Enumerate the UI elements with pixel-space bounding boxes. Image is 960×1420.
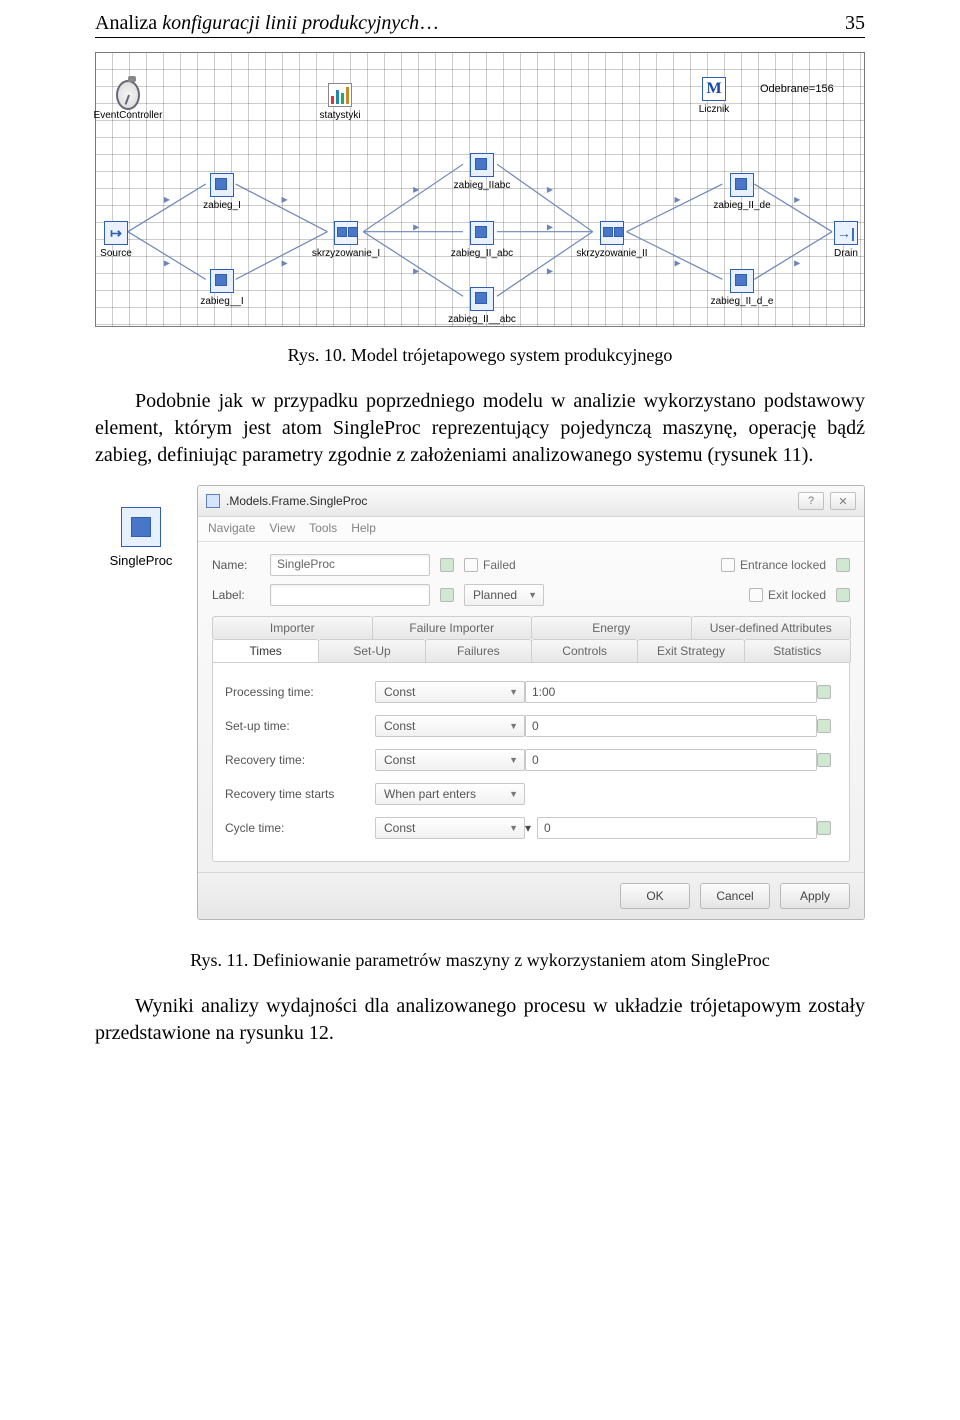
checkbox-failed[interactable] <box>464 558 478 572</box>
singleproc-atom: SingleProc <box>95 485 187 568</box>
toggle-setup[interactable] <box>817 719 831 733</box>
singleproc-caption: SingleProc <box>110 553 173 568</box>
diagram-wires: ▶ ▶ ▶ ▶ ▶ ▶ ▶ ▶ ▶ ▶ ▶ ▶ ▶ ▶ <box>96 53 864 326</box>
svg-text:▶: ▶ <box>674 258 681 267</box>
label-recovery: Recovery time: <box>225 753 375 767</box>
svg-text:▶: ▶ <box>547 185 554 194</box>
combo-setup[interactable]: Const▼ <box>375 715 525 737</box>
fig10-diagram: ▶ ▶ ▶ ▶ ▶ ▶ ▶ ▶ ▶ ▶ ▶ ▶ ▶ ▶ EventControl… <box>95 52 865 327</box>
checkbox-exit[interactable] <box>749 588 763 602</box>
proc-icon-large <box>121 507 161 547</box>
toggle-recovery[interactable] <box>817 753 831 767</box>
tab-pane-times: Processing time: Const▼ 1:00 Set-up time… <box>212 662 850 862</box>
tab-controls[interactable]: Controls <box>531 639 638 662</box>
toggle-exit[interactable] <box>836 588 850 602</box>
svg-text:▶: ▶ <box>282 195 289 204</box>
svg-text:▶: ▶ <box>164 195 171 204</box>
svg-text:▶: ▶ <box>547 223 554 232</box>
label-entrance: Entrance locked <box>740 558 826 572</box>
tab-times[interactable]: Times <box>212 639 319 662</box>
tab-failures[interactable]: Failures <box>425 639 532 662</box>
label-setup-time: Set-up time: <box>225 719 375 733</box>
tab-failure-importer[interactable]: Failure Importer <box>372 616 533 639</box>
paragraph-1: Podobnie jak w przypadku poprzedniego mo… <box>95 388 865 469</box>
menu-navigate[interactable]: Navigate <box>208 521 255 535</box>
tab-energy[interactable]: Energy <box>531 616 692 639</box>
running-head: Analiza konfiguracji linii produkcyjnych… <box>95 10 865 38</box>
menu-help[interactable]: Help <box>351 521 376 535</box>
dialog-menubar: Navigate View Tools Help <box>198 517 864 542</box>
label-processing: Processing time: <box>225 685 375 699</box>
tab-statistics[interactable]: Statistics <box>744 639 851 662</box>
stepper-icon[interactable]: ▾ <box>525 821 531 835</box>
combo-planned[interactable]: Planned▼ <box>464 584 544 606</box>
singleproc-dialog: .Models.Frame.SingleProc ? ✕ Navigate Vi… <box>197 485 865 920</box>
tab-user-attributes[interactable]: User-defined Attributes <box>691 616 852 639</box>
toggle-name[interactable] <box>440 558 454 572</box>
apply-button[interactable]: Apply <box>780 883 850 909</box>
combo-cycle[interactable]: Const▼ <box>375 817 525 839</box>
label-failed: Failed <box>483 558 516 572</box>
svg-text:▶: ▶ <box>413 223 420 232</box>
label-cycle: Cycle time: <box>225 821 375 835</box>
svg-text:▶: ▶ <box>547 266 554 275</box>
combo-processing[interactable]: Const▼ <box>375 681 525 703</box>
input-recovery[interactable]: 0 <box>525 749 817 771</box>
svg-text:▶: ▶ <box>413 266 420 275</box>
input-name[interactable]: SingleProc <box>270 554 430 576</box>
dialog-titlebar: .Models.Frame.SingleProc ? ✕ <box>198 486 864 517</box>
running-title: Analiza konfiguracji linii produkcyjnych… <box>95 12 439 35</box>
help-button[interactable]: ? <box>798 492 824 510</box>
fig11-caption: Rys. 11. Definiowanie parametrów maszyny… <box>95 950 865 971</box>
input-setup[interactable]: 0 <box>525 715 817 737</box>
label-name: Name: <box>212 558 260 572</box>
combo-recovery[interactable]: Const▼ <box>375 749 525 771</box>
input-cycle[interactable]: 0 <box>537 817 817 839</box>
fig11: SingleProc .Models.Frame.SingleProc ? ✕ … <box>95 485 865 920</box>
ok-button[interactable]: OK <box>620 883 690 909</box>
svg-text:▶: ▶ <box>794 195 801 204</box>
tab-exit-strategy[interactable]: Exit Strategy <box>637 639 744 662</box>
fig10-caption: Rys. 10. Model trójetapowego system prod… <box>95 345 865 366</box>
toggle-entrance[interactable] <box>836 558 850 572</box>
menu-view[interactable]: View <box>269 521 295 535</box>
cancel-button[interactable]: Cancel <box>700 883 770 909</box>
dialog-icon <box>206 494 220 508</box>
toggle-cycle[interactable] <box>817 821 831 835</box>
page-number: 35 <box>845 12 865 35</box>
label-recovery-start: Recovery time starts <box>225 787 375 801</box>
tab-setup[interactable]: Set-Up <box>318 639 425 662</box>
input-processing[interactable]: 1:00 <box>525 681 817 703</box>
checkbox-entrance[interactable] <box>721 558 735 572</box>
svg-text:▶: ▶ <box>282 258 289 267</box>
label-exit: Exit locked <box>768 588 826 602</box>
input-label[interactable] <box>270 584 430 606</box>
svg-text:▶: ▶ <box>413 185 420 194</box>
paragraph-2: Wyniki analizy wydajności dla analizowan… <box>95 993 865 1047</box>
label-label: Label: <box>212 588 260 602</box>
combo-recovery-start[interactable]: When part enters▼ <box>375 783 525 805</box>
svg-text:▶: ▶ <box>164 258 171 267</box>
close-button[interactable]: ✕ <box>830 492 856 510</box>
toggle-processing[interactable] <box>817 685 831 699</box>
tab-importer[interactable]: Importer <box>212 616 373 639</box>
label-odebrane: Odebrane=156 <box>760 83 834 95</box>
svg-text:▶: ▶ <box>794 258 801 267</box>
dialog-title-text: .Models.Frame.SingleProc <box>226 494 367 508</box>
svg-text:▶: ▶ <box>674 195 681 204</box>
toggle-label[interactable] <box>440 588 454 602</box>
menu-tools[interactable]: Tools <box>309 521 337 535</box>
